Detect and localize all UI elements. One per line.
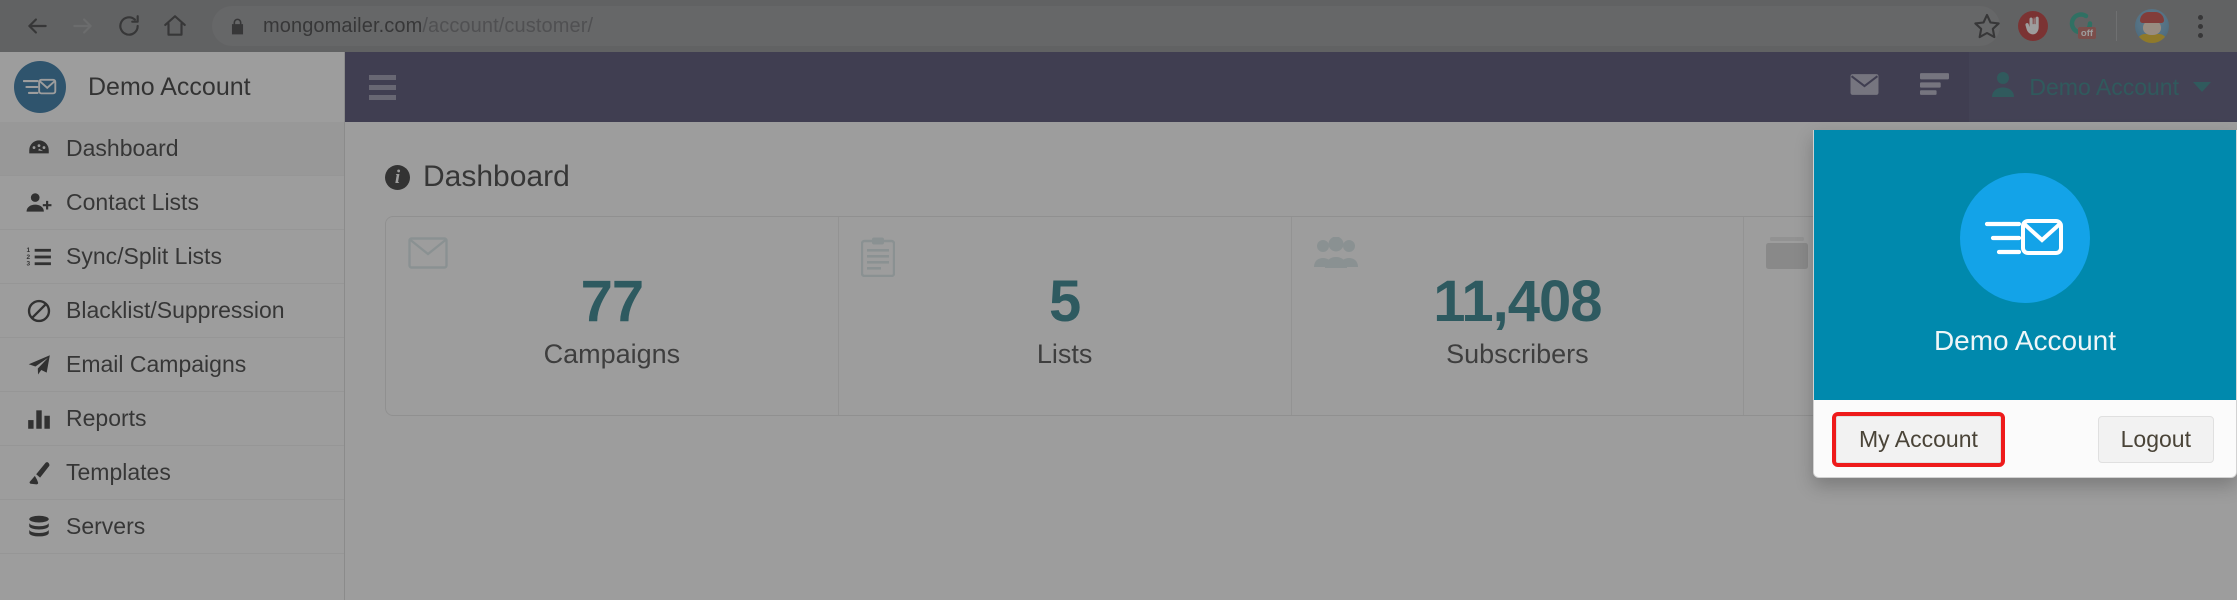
sidebar-item-email-campaigns[interactable]: Email Campaigns: [0, 338, 344, 392]
navbar-right: Demo Account: [1829, 52, 2237, 122]
sidebar-item-reports[interactable]: Reports: [0, 392, 344, 446]
top-navbar: Demo Account: [345, 52, 2237, 122]
navbar-messages-button[interactable]: [1829, 52, 1899, 122]
tasks-icon: [1919, 72, 1949, 102]
extension-icons: off: [2010, 3, 2223, 49]
sidebar-brand[interactable]: Demo Account: [0, 52, 344, 122]
paint-brush-icon: [26, 460, 66, 486]
sidebar-brand-label: Demo Account: [88, 72, 251, 101]
mongomailer-logo-icon: [14, 61, 66, 113]
envelope-icon: [408, 237, 448, 274]
three-dot-menu-icon[interactable]: [2177, 3, 2223, 49]
arrow-left-icon: [24, 13, 50, 39]
back-button[interactable]: [14, 3, 60, 49]
arrow-right-icon: [70, 13, 96, 39]
sidebar-item-label: Templates: [66, 459, 171, 485]
user-plus-icon: [26, 190, 66, 216]
stat-label: Lists: [1036, 338, 1093, 369]
navbar-account-menu[interactable]: Demo Account: [1969, 52, 2237, 122]
database-icon: [26, 514, 66, 540]
mongomailer-logo-icon: [1960, 173, 2090, 303]
bar-chart-icon: [26, 406, 66, 432]
sidebar-item-blacklist-suppression[interactable]: Blacklist/Suppression: [0, 284, 344, 338]
stat-card-campaigns[interactable]: 77 Campaigns: [386, 217, 839, 415]
ban-icon: [26, 298, 66, 324]
account-dropdown-panel: Demo Account My Account Logout: [1813, 130, 2237, 478]
users-icon: [1313, 236, 1358, 274]
browser-toolbar: mongomailer.com/account/customer/ off: [0, 0, 2237, 52]
star-icon: [1973, 12, 2001, 40]
reload-icon: [116, 13, 142, 39]
info-circle-icon: i: [385, 164, 410, 190]
url-text: mongomailer.com/account/customer/: [263, 14, 594, 37]
profile-avatar[interactable]: [2129, 3, 2175, 49]
sidebar-item-label: Contact Lists: [66, 189, 199, 215]
sidebar-item-dashboard[interactable]: Dashboard: [0, 122, 344, 176]
sidebar: Demo Account Dashboard Contact Lists 1 2…: [0, 52, 345, 600]
ordered-list-icon: 1 2 3: [26, 244, 66, 270]
stat-label: Subscribers: [1446, 338, 1589, 369]
clipboard-icon: [860, 237, 895, 282]
svg-text:3: 3: [27, 260, 31, 267]
account-dropdown-name: Demo Account: [1933, 325, 2117, 356]
sidebar-item-label: Email Campaigns: [66, 351, 247, 377]
reload-button[interactable]: [106, 3, 152, 49]
sidebar-item-sync-split-lists[interactable]: 1 2 3 Sync/Split Lists: [0, 230, 344, 284]
envelope-icon: [1850, 73, 1879, 101]
navbar-account-label: Demo Account: [2029, 73, 2179, 100]
my-account-button[interactable]: My Account: [1832, 411, 2005, 467]
hamburger-menu-icon[interactable]: [369, 74, 396, 100]
stat-value: 77: [580, 269, 645, 335]
navbar-tasks-button[interactable]: [1899, 52, 1969, 122]
bookmark-button[interactable]: [1964, 3, 2010, 49]
stat-value: 11,408: [1433, 269, 1602, 335]
account-dropdown-actions: My Account Logout: [1814, 400, 2236, 477]
card-icon: [1766, 237, 1809, 276]
stat-card-subscribers[interactable]: 11,408 Subscribers: [1292, 217, 1745, 415]
address-bar[interactable]: mongomailer.com/account/customer/: [212, 6, 2000, 46]
home-icon: [162, 13, 188, 39]
stat-value: 5: [1048, 269, 1081, 335]
stat-label: Campaigns: [543, 338, 681, 369]
user-icon: [1991, 71, 2015, 103]
sidebar-item-contact-lists[interactable]: Contact Lists: [0, 176, 344, 230]
paper-plane-icon: [26, 352, 66, 378]
sidebar-item-label: Sync/Split Lists: [66, 243, 222, 269]
dashboard-icon: [26, 136, 66, 162]
svg-text:off: off: [2081, 28, 2094, 39]
sidebar-item-label: Dashboard: [66, 135, 179, 161]
logout-button[interactable]: Logout: [2097, 415, 2214, 463]
account-dropdown-header: Demo Account: [1814, 130, 2236, 400]
sidebar-item-label: Blacklist/Suppression: [66, 297, 285, 323]
lock-icon: [228, 15, 247, 38]
home-button[interactable]: [152, 3, 198, 49]
sidebar-item-servers[interactable]: Servers: [0, 500, 344, 554]
stat-card-lists[interactable]: 5 Lists: [839, 217, 1292, 415]
forward-button[interactable]: [60, 3, 106, 49]
page-title-text: Dashboard: [423, 160, 570, 193]
sidebar-nav: Dashboard Contact Lists 1 2 3 Sync/Split…: [0, 122, 344, 554]
adblock-extension-icon[interactable]: [2010, 3, 2056, 49]
sidebar-item-templates[interactable]: Templates: [0, 446, 344, 500]
toolbar-divider: [2116, 11, 2117, 41]
sidebar-item-label: Servers: [66, 513, 146, 539]
chevron-down-icon: [2193, 82, 2211, 92]
toggle-extension-icon[interactable]: off: [2058, 3, 2104, 49]
sidebar-item-label: Reports: [66, 405, 147, 431]
